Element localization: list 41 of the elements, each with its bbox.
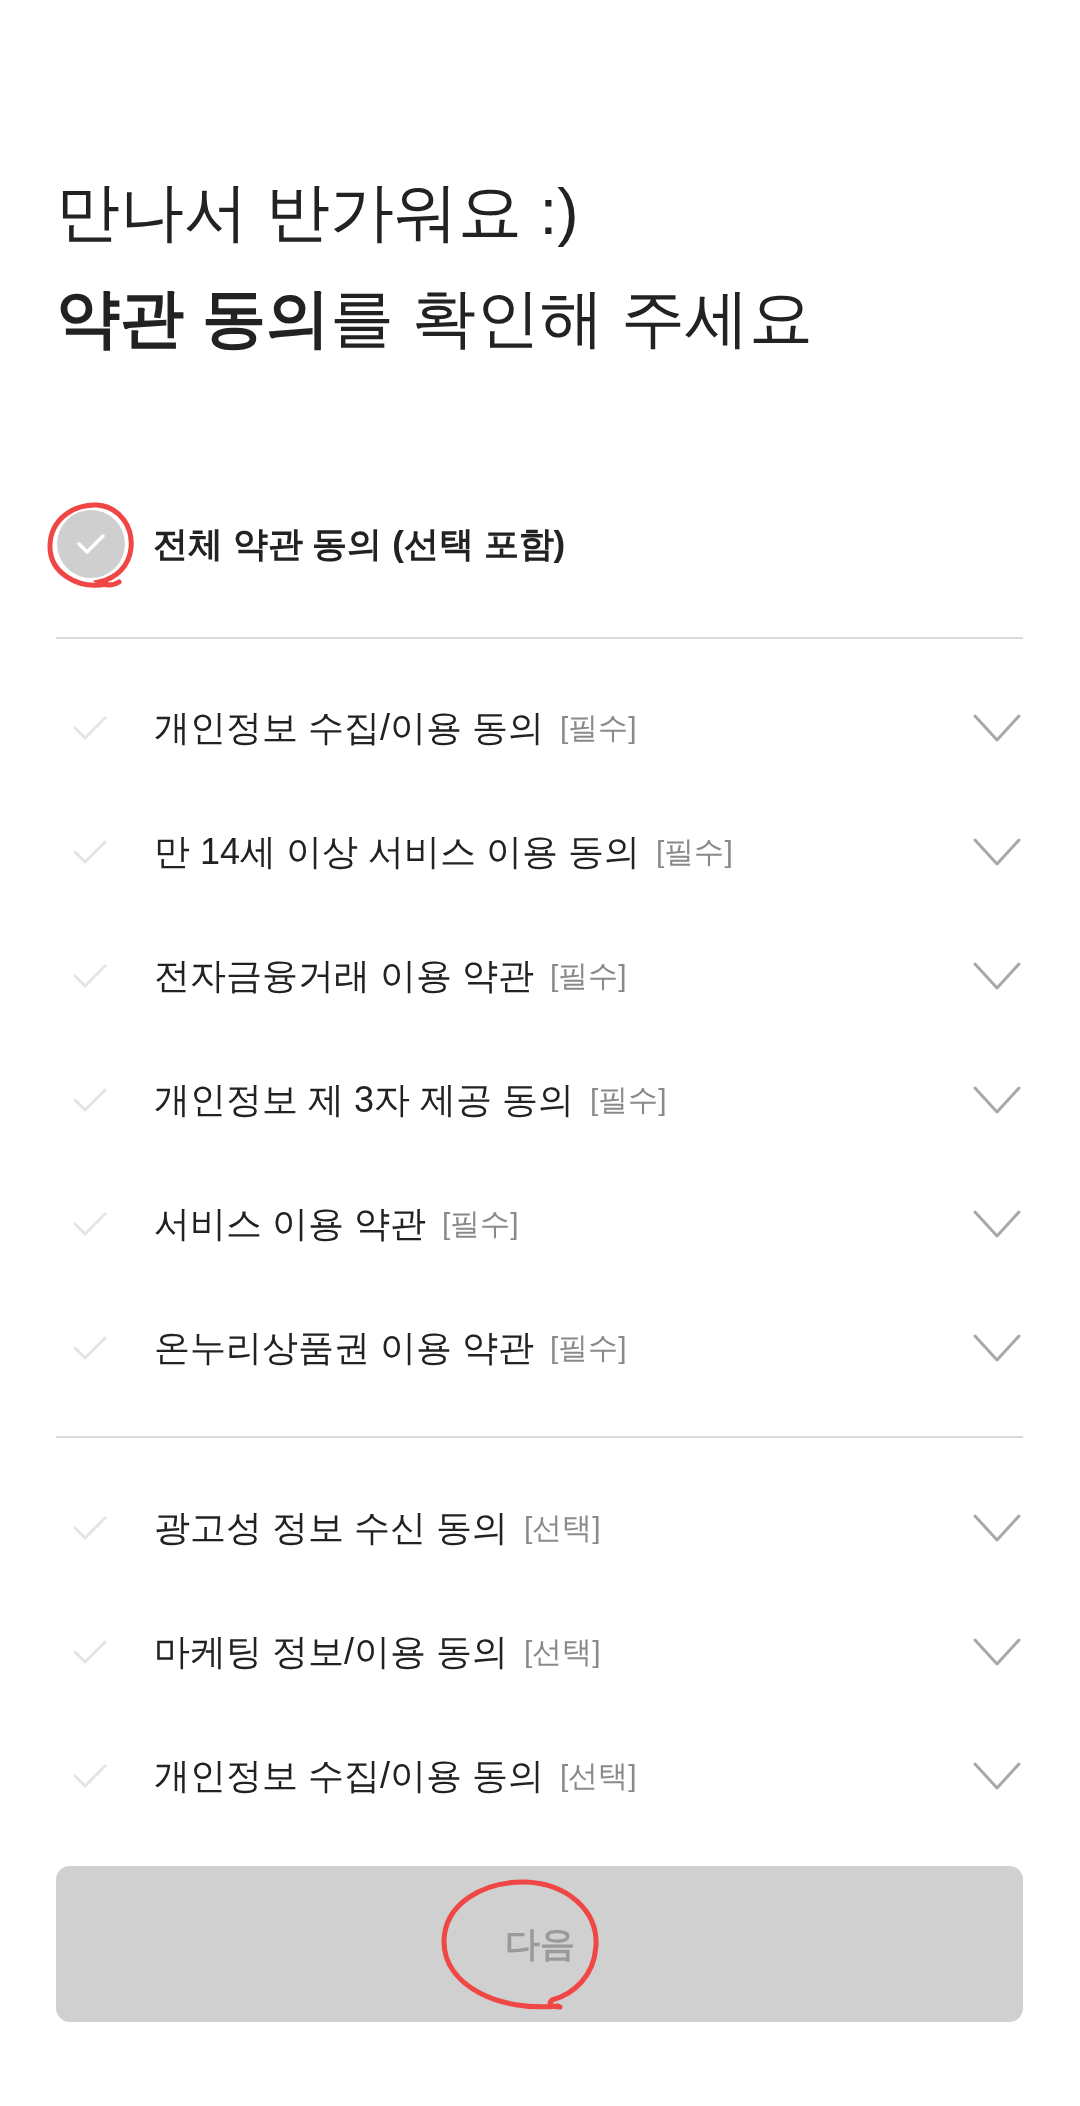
heading-line: 만나서 반가워요 :) — [56, 175, 580, 250]
agree-all-label: 전체 약관 동의 (선택 포함) — [153, 523, 566, 565]
check-icon[interactable] — [73, 1336, 107, 1360]
chevron-down-icon[interactable] — [973, 1762, 1021, 1790]
check-icon[interactable] — [73, 1640, 107, 1664]
term-label: 만 14세 이상 서비스 이용 동의 — [154, 830, 641, 874]
term-tag: [필수] — [550, 1328, 627, 1368]
term-tag: [필수] — [560, 708, 637, 748]
check-icon[interactable] — [73, 840, 107, 864]
chevron-down-icon[interactable] — [973, 714, 1021, 742]
chevron-down-icon[interactable] — [973, 1514, 1021, 1542]
chevron-down-icon[interactable] — [973, 1638, 1021, 1666]
chevron-down-icon[interactable] — [973, 1334, 1021, 1362]
term-tag: [필수] — [656, 832, 733, 872]
check-icon[interactable] — [73, 1764, 107, 1788]
term-label: 개인정보 수집/이용 동의 — [154, 706, 544, 750]
chevron-down-icon[interactable] — [973, 1086, 1021, 1114]
term-label: 개인정보 수집/이용 동의 — [154, 1754, 544, 1798]
term-label: 온누리상품권 이용 약관 — [154, 1326, 534, 1370]
term-tag: [선택] — [560, 1756, 637, 1796]
term-label: 서비스 이용 약관 — [154, 1202, 426, 1246]
check-icon[interactable] — [73, 716, 107, 740]
check-icon[interactable] — [73, 964, 107, 988]
term-tag: [필수] — [590, 1080, 667, 1120]
term-label: 개인정보 제 3자 제공 동의 — [154, 1078, 575, 1122]
term-label: 마케팅 정보/이용 동의 — [154, 1630, 508, 1674]
term-tag: [선택] — [524, 1508, 601, 1548]
term-label: 전자금융거래 이용 약관 — [154, 954, 534, 998]
chevron-down-icon[interactable] — [973, 962, 1021, 990]
agree-all-checkbox[interactable] — [57, 510, 125, 578]
check-icon[interactable] — [73, 1212, 107, 1236]
check-icon — [77, 534, 105, 554]
term-label: 광고성 정보 수신 동의 — [154, 1506, 508, 1550]
term-tag: [선택] — [524, 1632, 601, 1672]
heading-line: 약관 동의를 확인해 주세요 — [56, 281, 815, 356]
term-tag: [필수] — [442, 1204, 519, 1244]
term-tag: [필수] — [550, 956, 627, 996]
chevron-down-icon[interactable] — [973, 1210, 1021, 1238]
check-icon[interactable] — [73, 1516, 107, 1540]
check-icon[interactable] — [73, 1088, 107, 1112]
chevron-down-icon[interactable] — [973, 838, 1021, 866]
